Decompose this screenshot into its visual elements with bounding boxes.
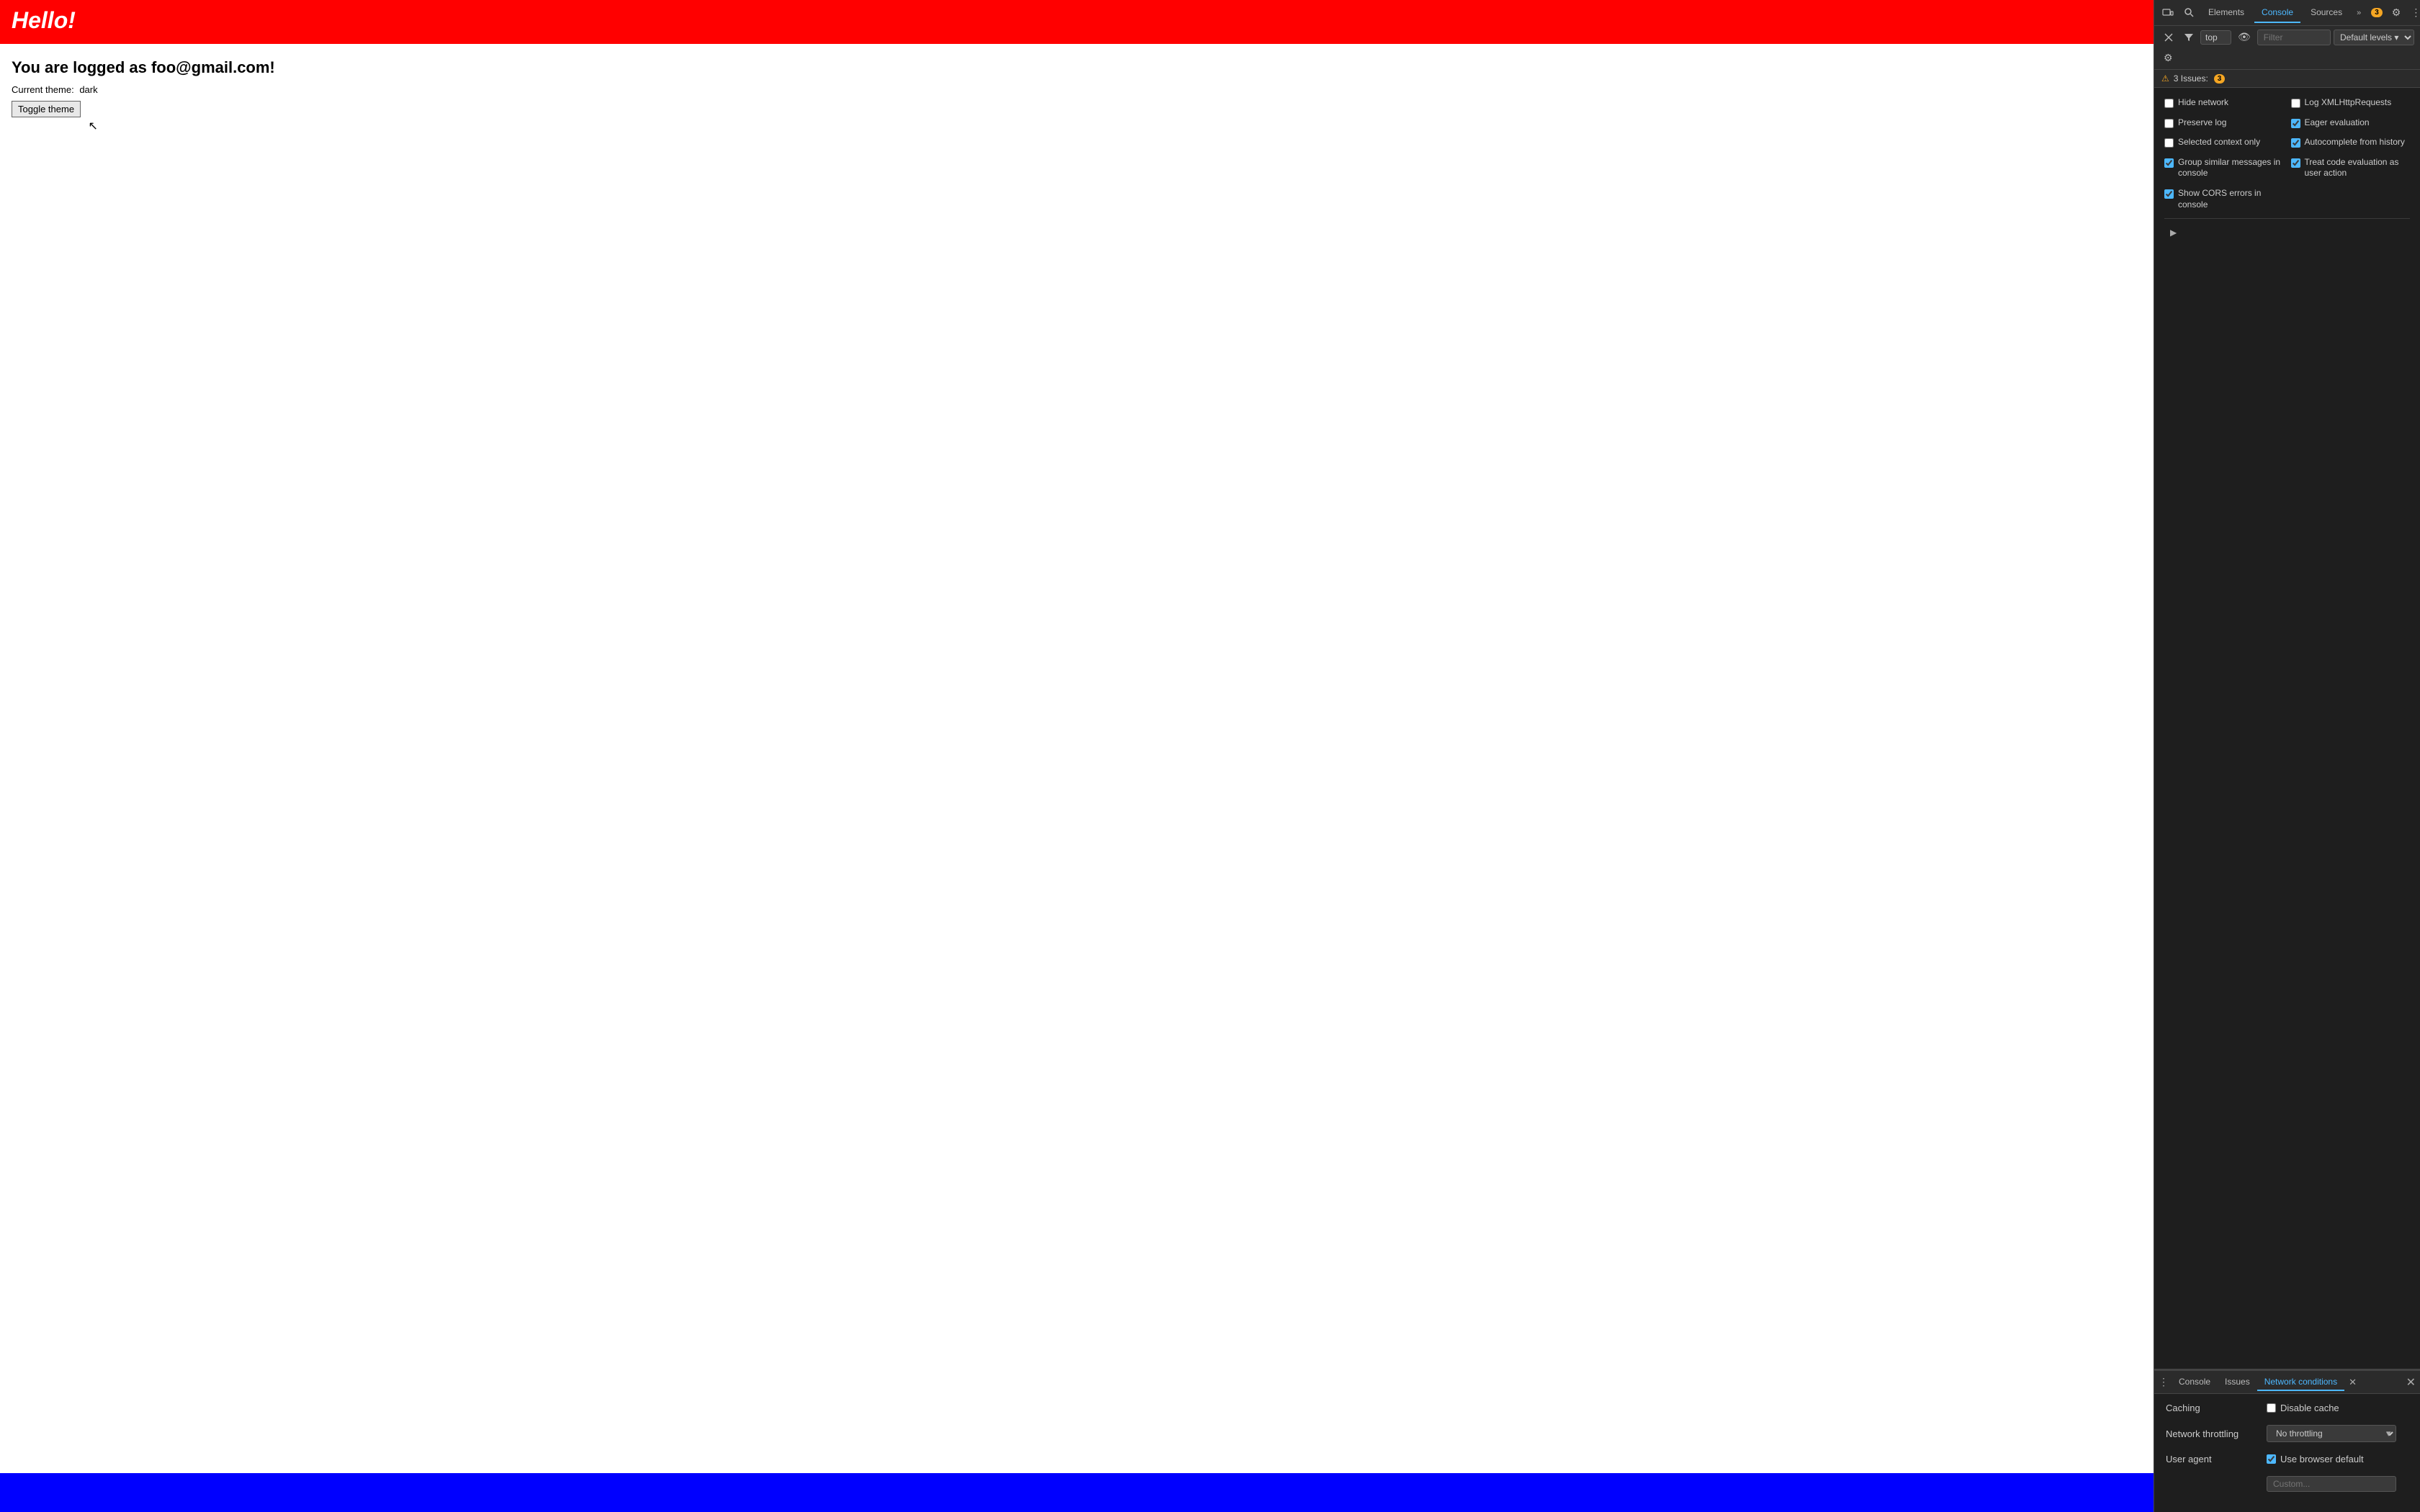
webpage-header: Hello!: [0, 0, 2154, 44]
setting-log-xml: Log XMLHttpRequests: [2291, 95, 2411, 111]
selected-context-checkbox[interactable]: [2164, 138, 2174, 148]
default-levels-select[interactable]: Default levels ▾: [2334, 30, 2414, 45]
webpage-body: You are logged as foo@gmail.com! Current…: [0, 44, 2154, 1473]
devtools-device-icon[interactable]: [2159, 4, 2177, 22]
clear-console-icon[interactable]: [2160, 30, 2177, 45]
disable-cache-checkbox[interactable]: [2267, 1403, 2276, 1413]
drawer-tab-close[interactable]: ✕: [2347, 1377, 2359, 1388]
drawer-tab-console[interactable]: Console: [2172, 1374, 2218, 1391]
hide-network-label[interactable]: Hide network: [2178, 97, 2228, 109]
devtools-panel: Elements Console Sources » 3 ⚙ ⋮ ✕ top 👁…: [2154, 0, 2420, 1512]
log-xml-label[interactable]: Log XMLHttpRequests: [2305, 97, 2392, 109]
webpage-footer: footer: [0, 1473, 2154, 1512]
setting-treat-code: Treat code evaluation as user action: [2291, 155, 2411, 181]
current-theme-value: dark: [79, 84, 97, 95]
group-similar-checkbox[interactable]: [2164, 158, 2174, 168]
issues-count-text: 3 Issues:: [2174, 73, 2208, 84]
hide-network-checkbox[interactable]: [2164, 99, 2174, 108]
show-cors-label[interactable]: Show CORS errors in console: [2178, 188, 2284, 210]
show-cors-checkbox[interactable]: [2164, 189, 2174, 199]
user-agent-row: User agent Use browser default: [2166, 1454, 2408, 1464]
throttling-row: Network throttling No throttling Fast 3G…: [2166, 1425, 2408, 1442]
preserve-log-checkbox[interactable]: [2164, 119, 2174, 128]
webpage-area: Hello! You are logged as foo@gmail.com! …: [0, 0, 2154, 1512]
cursor-indicator: ↖: [89, 121, 98, 132]
settings-divider: [2164, 218, 2410, 219]
devtools-more-icon[interactable]: ⋮: [2407, 4, 2420, 22]
setting-eager-eval: Eager evaluation: [2291, 115, 2411, 131]
setting-show-cors: Show CORS errors in console: [2164, 186, 2284, 212]
user-agent-label: User agent: [2166, 1454, 2259, 1464]
autocomplete-label[interactable]: Autocomplete from history: [2305, 137, 2405, 148]
filter-input[interactable]: [2257, 30, 2331, 45]
tab-elements[interactable]: Elements: [2201, 3, 2251, 23]
drawer-close-button[interactable]: ✕: [2406, 1375, 2416, 1390]
tab-console[interactable]: Console: [2254, 3, 2300, 23]
logged-in-text: You are logged as foo@gmail.com!: [12, 58, 2142, 77]
devtools-settings-icon[interactable]: ⚙: [2388, 4, 2405, 22]
devtools-subtoolbar: top 👁 Default levels ▾ ⚙: [2154, 26, 2420, 70]
bottom-drawer: ⋮ Console Issues Network conditions ✕ ✕ …: [2154, 1369, 2420, 1512]
throttling-label: Network throttling: [2166, 1428, 2259, 1439]
eager-eval-label[interactable]: Eager evaluation: [2305, 117, 2370, 129]
footer-text: footer: [1064, 1486, 1090, 1498]
devtools-search-icon[interactable]: [2180, 4, 2198, 21]
preserve-log-label[interactable]: Preserve log: [2178, 117, 2226, 129]
toggle-theme-button[interactable]: Toggle theme: [12, 101, 81, 117]
caching-label: Caching: [2166, 1403, 2259, 1413]
context-select[interactable]: top: [2200, 30, 2231, 45]
settings-grid: Hide network Log XMLHttpRequests Preserv…: [2164, 95, 2410, 212]
setting-autocomplete: Autocomplete from history: [2291, 135, 2411, 150]
page-title: Hello!: [12, 7, 2142, 34]
autocomplete-checkbox[interactable]: [2291, 138, 2300, 148]
eager-eval-checkbox[interactable]: [2291, 119, 2300, 128]
eye-icon[interactable]: 👁: [2234, 28, 2254, 46]
custom-ua-input[interactable]: [2267, 1476, 2396, 1492]
filter-icon[interactable]: [2180, 30, 2197, 45]
throttling-control: No throttling Fast 3G Slow 3G Offline ▾: [2267, 1425, 2391, 1442]
drawer-tab-issues[interactable]: Issues: [2218, 1374, 2257, 1391]
caching-row: Caching Disable cache: [2166, 1403, 2408, 1413]
setting-hide-network: Hide network: [2164, 95, 2284, 111]
custom-ua-row: [2166, 1476, 2408, 1492]
expand-arrow[interactable]: ▶: [2164, 225, 2410, 240]
caching-control: Disable cache: [2267, 1403, 2339, 1413]
drawer-tabs: ⋮ Console Issues Network conditions ✕ ✕: [2154, 1371, 2420, 1394]
throttling-select[interactable]: No throttling Fast 3G Slow 3G Offline: [2267, 1425, 2396, 1442]
drawer-content: Caching Disable cache Network throttling…: [2154, 1394, 2420, 1512]
treat-code-checkbox[interactable]: [2291, 158, 2300, 168]
issues-badge: 3: [2371, 8, 2383, 17]
devtools-toolbar: Elements Console Sources » 3 ⚙ ⋮ ✕: [2154, 0, 2420, 26]
setting-selected-context: Selected context only: [2164, 135, 2284, 150]
group-similar-label[interactable]: Group similar messages in console: [2178, 157, 2284, 179]
current-theme-label: Current theme:: [12, 84, 74, 95]
tab-sources[interactable]: Sources: [2303, 3, 2349, 23]
current-theme-line: Current theme: dark: [12, 84, 2142, 95]
disable-cache-label[interactable]: Disable cache: [2280, 1403, 2339, 1413]
use-browser-default-label[interactable]: Use browser default: [2280, 1454, 2364, 1464]
drawer-tab-network-conditions[interactable]: Network conditions: [2257, 1374, 2344, 1391]
tab-more[interactable]: »: [2352, 6, 2365, 20]
drawer-more-button[interactable]: ⋮: [2159, 1376, 2169, 1388]
issues-count-badge: 3: [2214, 74, 2226, 84]
use-browser-default-checkbox[interactable]: [2267, 1454, 2276, 1464]
console-settings: Hide network Log XMLHttpRequests Preserv…: [2154, 88, 2420, 1369]
treat-code-label[interactable]: Treat code evaluation as user action: [2305, 157, 2411, 179]
settings-cog-icon[interactable]: ⚙: [2160, 49, 2177, 67]
issues-label: ⚠: [2161, 73, 2169, 84]
setting-preserve-log: Preserve log: [2164, 115, 2284, 131]
setting-group-similar: Group similar messages in console: [2164, 155, 2284, 181]
log-xml-checkbox[interactable]: [2291, 99, 2300, 108]
user-agent-control: Use browser default: [2267, 1454, 2364, 1464]
selected-context-label[interactable]: Selected context only: [2178, 137, 2260, 148]
issues-bar: ⚠ 3 Issues: 3: [2154, 70, 2420, 88]
